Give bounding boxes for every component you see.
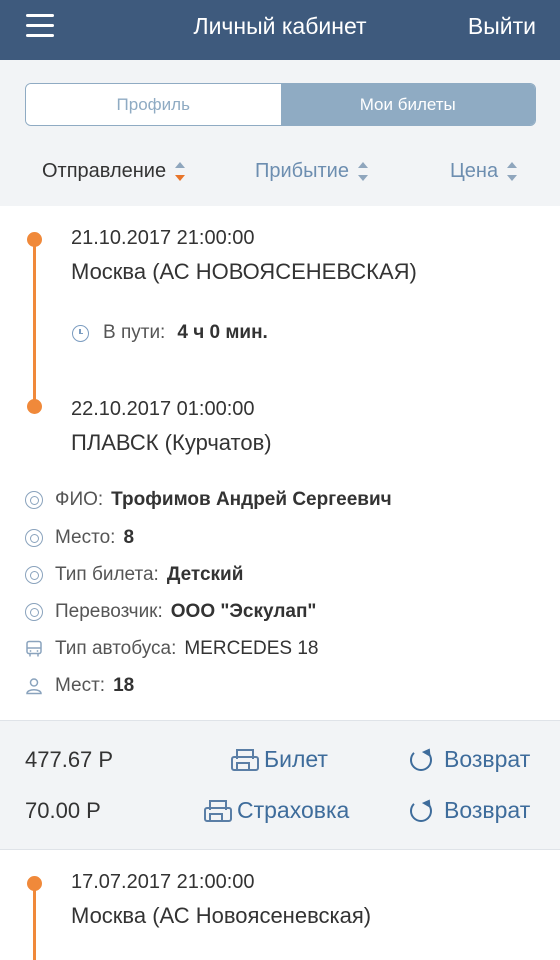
detail-row: Место: 8 xyxy=(25,527,134,549)
app-header: Личный кабинет Выйти xyxy=(0,0,560,60)
print-insurance-button[interactable]: Страховка xyxy=(204,797,349,824)
steering-wheel-icon xyxy=(25,603,43,621)
steering-wheel-icon xyxy=(25,491,43,509)
sort-arrows-icon xyxy=(175,161,187,183)
steering-wheel-icon xyxy=(25,529,43,547)
detail-value: Трофимов Андрей Сергеевич xyxy=(111,489,392,510)
detail-label: Тип билета: xyxy=(55,564,159,585)
bus-icon xyxy=(26,640,42,657)
detail-value: ООО "Эскулап" xyxy=(170,601,317,622)
print-insurance-label: Страховка xyxy=(237,797,350,823)
arrival-station: ПЛАВСК (Курчатов) xyxy=(71,430,272,455)
detail-label: Место: xyxy=(55,527,116,548)
detail-value: Детский xyxy=(166,564,244,585)
departure-datetime: 17.07.2017 21:00:00 xyxy=(71,871,255,893)
detail-row: Мест: 18 xyxy=(25,675,134,697)
detail-row: Перевозчик: ООО "Эскулап" xyxy=(25,601,316,623)
refund-icon xyxy=(410,748,432,771)
tab-switcher: Профиль Мои билеты xyxy=(25,83,536,126)
detail-label: Перевозчик: xyxy=(55,601,163,622)
person-icon xyxy=(26,678,42,695)
detail-value: 18 xyxy=(113,675,135,696)
detail-row: Тип билета: Детский xyxy=(25,564,243,586)
ticket-price: 477.67 Р xyxy=(25,747,114,772)
arrival-datetime: 22.10.2017 01:00:00 xyxy=(71,398,255,420)
insurance-price: 70.00 Р xyxy=(25,798,101,823)
refund-ticket-label: Возврат xyxy=(444,746,531,772)
sort-departure-label: Отправление xyxy=(42,160,167,182)
sort-bar: Отправление Прибытие Цена xyxy=(0,150,560,194)
sort-price-label: Цена xyxy=(450,160,499,182)
print-ticket-label: Билет xyxy=(264,746,328,772)
tab-my-tickets[interactable]: Мои билеты xyxy=(280,84,535,125)
departure-datetime: 21.10.2017 21:00:00 xyxy=(71,227,255,249)
refund-icon xyxy=(410,799,432,822)
payments-panel: 477.67 Р Билет Возврат 70.00 Р Страховка… xyxy=(0,721,560,849)
clock-icon xyxy=(72,324,89,342)
sort-arrival-label: Прибытие xyxy=(255,160,349,182)
ticket-card: 17.07.2017 21:00:00 Москва (АС Новоясене… xyxy=(0,850,560,960)
departure-station: Москва (АС Новоясеневская) xyxy=(71,903,372,928)
sort-arrival[interactable]: Прибытие xyxy=(255,160,370,183)
travel-time-label: В пути: xyxy=(103,322,166,343)
refund-insurance-label: Возврат xyxy=(444,797,531,823)
sort-arrows-icon xyxy=(357,161,370,183)
departure-station: Москва (АС НОВОЯСЕНЕВСКАЯ) xyxy=(71,259,417,284)
print-ticket-button[interactable]: Билет xyxy=(231,746,328,773)
ticket-card: 21.10.2017 21:00:00 Москва (АС НОВОЯСЕНЕ… xyxy=(0,206,560,720)
sort-departure[interactable]: Отправление xyxy=(42,160,187,183)
printer-icon xyxy=(204,799,232,822)
refund-insurance-button[interactable]: Возврат xyxy=(410,797,530,824)
refund-ticket-button[interactable]: Возврат xyxy=(410,746,530,773)
logout-button[interactable]: Выйти xyxy=(468,13,536,40)
travel-time-value: 4 ч 0 мин. xyxy=(177,322,268,343)
detail-row: ФИО: Трофимов Андрей Сергеевич xyxy=(25,489,392,511)
detail-label: Мест: xyxy=(55,675,106,696)
detail-row: Тип автобуса: MERCEDES 18 xyxy=(25,638,318,660)
departure-dot-icon xyxy=(27,232,42,247)
detail-value: 8 xyxy=(123,527,135,548)
sort-arrows-icon xyxy=(507,161,519,183)
tab-profile[interactable]: Профиль xyxy=(26,84,281,125)
sort-price[interactable]: Цена xyxy=(450,160,519,183)
route-timeline xyxy=(33,883,36,960)
departure-dot-icon xyxy=(27,876,42,891)
steering-wheel-icon xyxy=(25,566,43,584)
detail-label: Тип автобуса: xyxy=(55,638,177,659)
route-timeline xyxy=(33,239,36,412)
detail-value: MERCEDES 18 xyxy=(184,638,319,659)
travel-time-row: В пути: 4 ч 0 мин. xyxy=(72,322,268,344)
detail-label: ФИО: xyxy=(55,489,104,510)
arrival-dot-icon xyxy=(27,399,42,414)
printer-icon xyxy=(231,748,259,771)
